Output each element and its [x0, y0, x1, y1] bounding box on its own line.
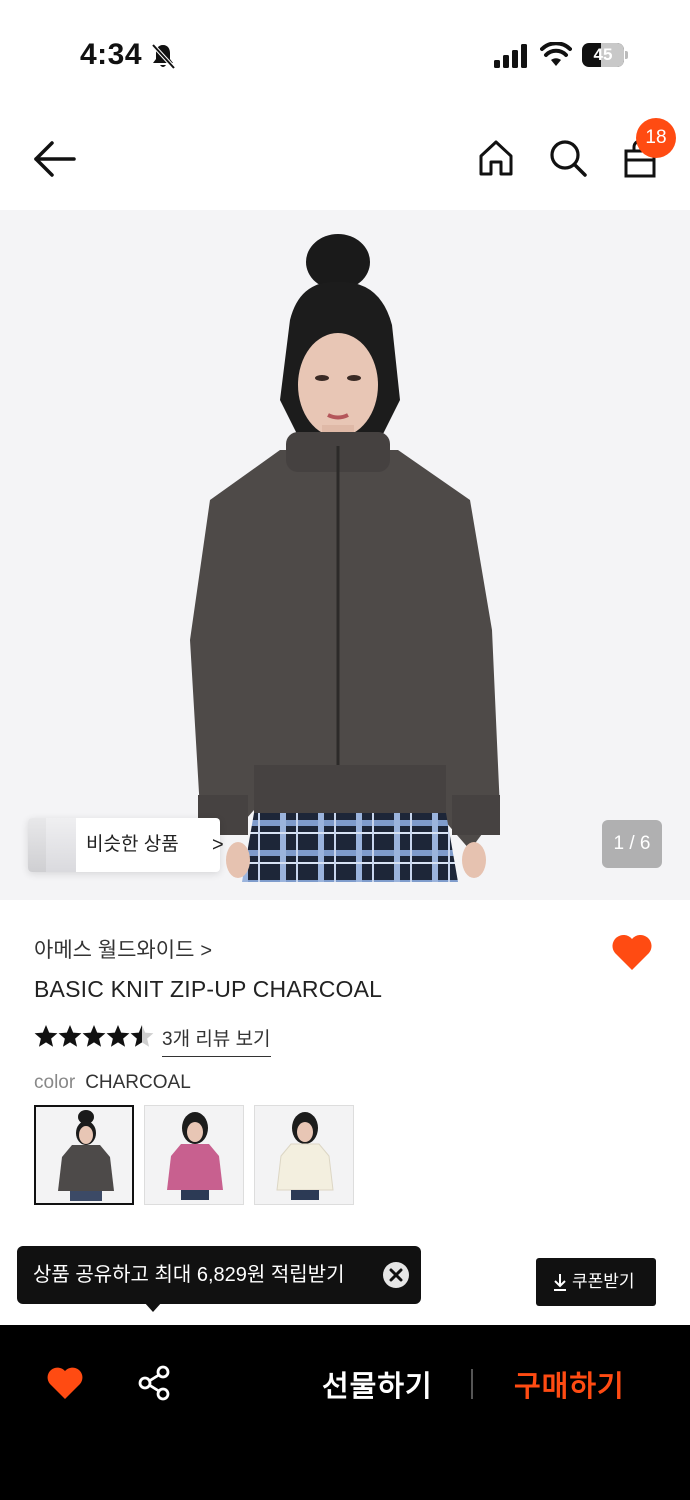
- wifi-icon: [540, 42, 572, 66]
- product-image-gallery[interactable]: 비슷한 상품 > 1 / 6: [0, 210, 690, 900]
- coupon-download-button[interactable]: 쿠폰받기: [536, 1258, 656, 1306]
- home-icon[interactable]: [474, 136, 518, 180]
- coupon-label: 쿠폰받기: [572, 1272, 635, 1291]
- color-row: color CHARCOAL: [34, 1072, 191, 1094]
- product-title: BASIC KNIT ZIP-UP CHARCOAL: [34, 976, 383, 1002]
- similar-products-button[interactable]: 비슷한 상품 >: [28, 818, 224, 872]
- swatch-ivory[interactable]: [254, 1105, 354, 1205]
- heart-icon[interactable]: [46, 1365, 84, 1401]
- brand-link[interactable]: 아메스 월드와이드 >: [34, 934, 212, 964]
- battery-icon: 45: [582, 43, 628, 67]
- color-value: CHARCOAL: [85, 1072, 191, 1093]
- rating-stars: [34, 1025, 154, 1047]
- swatch-charcoal-image: [36, 1107, 132, 1203]
- swatch-ivory-image: [255, 1106, 353, 1204]
- review-link[interactable]: 3개 리뷰 보기: [162, 1024, 271, 1057]
- signal-icon: [494, 44, 527, 68]
- battery-tip: [625, 51, 628, 59]
- search-icon[interactable]: [546, 136, 590, 180]
- color-label: color: [34, 1072, 76, 1093]
- gift-button[interactable]: 선물하기: [322, 1363, 433, 1405]
- toast-text: 상품 공유하고 최대 6,829원 적립받기: [33, 1264, 345, 1286]
- download-icon: [554, 1274, 566, 1291]
- chevron-right-icon: >: [200, 940, 213, 962]
- bottom-action-bar: 선물하기 구매하기: [0, 1325, 690, 1500]
- bell-off-icon: [151, 43, 176, 70]
- similar-thumbnail-2: [46, 818, 76, 872]
- swatch-pink-image: [145, 1106, 243, 1204]
- battery-body: 45: [582, 43, 624, 67]
- back-arrow-icon[interactable]: [30, 138, 78, 180]
- color-swatches: [34, 1105, 364, 1205]
- star-icon: [82, 1025, 106, 1047]
- star-icon: [34, 1025, 58, 1047]
- buy-button[interactable]: 구매하기: [514, 1363, 625, 1405]
- top-nav: 18: [0, 118, 690, 202]
- cart-count-badge: 18: [636, 118, 676, 158]
- heart-icon[interactable]: [610, 932, 654, 972]
- chevron-right-icon: >: [212, 834, 224, 856]
- image-page-counter: 1 / 6: [602, 820, 662, 868]
- status-time: 4:34: [80, 38, 143, 71]
- share-reward-toast[interactable]: 상품 공유하고 최대 6,829원 적립받기: [17, 1246, 421, 1304]
- share-icon[interactable]: [136, 1365, 172, 1401]
- similar-products-label: 비슷한 상품: [86, 834, 179, 855]
- swatch-pink[interactable]: [144, 1105, 244, 1205]
- star-icon: [130, 1025, 154, 1047]
- close-icon[interactable]: [383, 1262, 409, 1288]
- swatch-charcoal[interactable]: [34, 1105, 134, 1205]
- product-photo: [0, 210, 690, 900]
- divider: [471, 1369, 473, 1399]
- battery-level: 45: [593, 45, 613, 64]
- status-bar: 4:34 45: [0, 0, 690, 110]
- star-icon: [58, 1025, 82, 1047]
- brand-name: 아메스 월드와이드: [34, 939, 195, 962]
- toast-pointer: [144, 1302, 162, 1312]
- star-icon: [106, 1025, 130, 1047]
